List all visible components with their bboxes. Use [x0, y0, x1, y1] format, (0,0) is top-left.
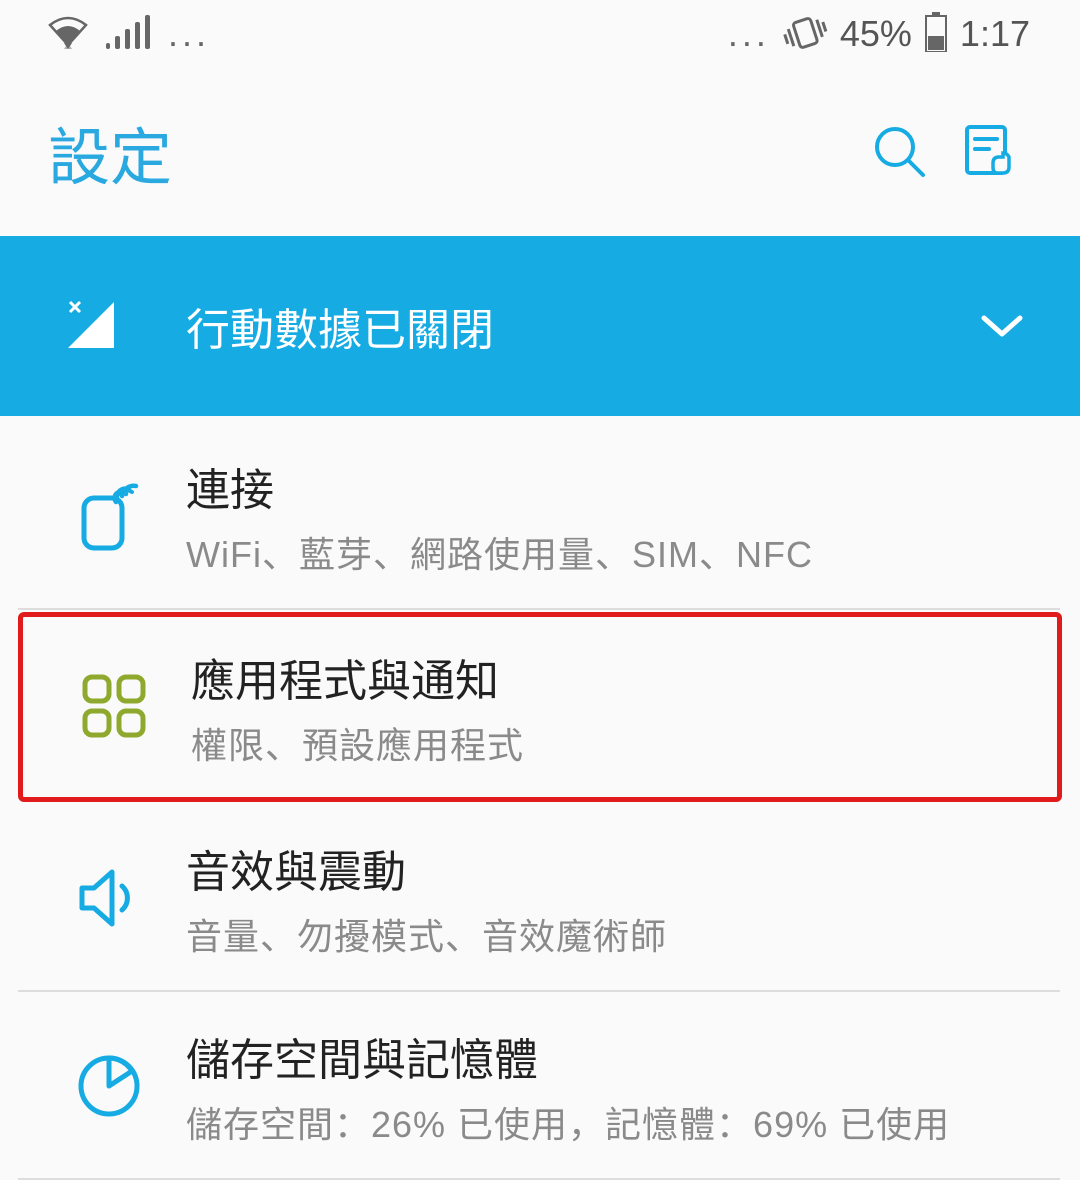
status-right-dots: ... — [728, 13, 770, 55]
settings-item-connection[interactable]: 連接 WiFi、藍芽、網路使用量、SIM、NFC — [18, 416, 1060, 610]
banner-text: 行動數據已關閉 — [140, 294, 980, 358]
status-more-dots: ... — [168, 13, 210, 55]
item-subtitle: 儲存空間：26% 已使用，記憶體：69% 已使用 — [186, 1096, 950, 1148]
battery-icon — [924, 12, 948, 57]
item-title: 連接 — [186, 454, 813, 518]
document-thumb-icon — [959, 123, 1017, 181]
item-subtitle: 權限、預設應用程式 — [191, 717, 524, 769]
item-title: 音效與震動 — [186, 836, 667, 900]
settings-item-sound[interactable]: 音效與震動 音量、勿擾模式、音效魔術師 — [18, 804, 1060, 992]
vibrate-icon — [782, 12, 828, 57]
sound-icon — [76, 866, 186, 930]
clock-time: 1:17 — [960, 13, 1030, 55]
chevron-down-icon — [980, 312, 1024, 340]
settings-list: 連接 WiFi、藍芽、網路使用量、SIM、NFC 應用程式與通知 權限、預設應用… — [0, 416, 1080, 1180]
expand-chevron[interactable] — [980, 312, 1024, 340]
signal-icon — [106, 15, 150, 54]
mobile-data-banner[interactable]: 行動數據已關閉 — [0, 236, 1080, 416]
connection-icon — [76, 480, 186, 552]
search-button[interactable] — [856, 123, 944, 181]
status-bar: ... ... 45% 1:17 — [0, 0, 1080, 68]
item-subtitle: WiFi、藍芽、網路使用量、SIM、NFC — [186, 526, 813, 578]
search-icon — [871, 123, 929, 181]
settings-header: 設定 — [0, 68, 1080, 236]
status-left: ... — [48, 13, 210, 55]
feedback-button[interactable] — [944, 123, 1032, 181]
status-right: ... 45% 1:17 — [728, 12, 1030, 57]
item-subtitle: 音量、勿擾模式、音效魔術師 — [186, 908, 667, 960]
item-title: 應用程式與通知 — [191, 645, 524, 709]
battery-percent: 45% — [840, 13, 912, 55]
wifi-icon — [48, 15, 88, 54]
apps-icon — [81, 673, 191, 741]
settings-item-storage[interactable]: 儲存空間與記憶體 儲存空間：26% 已使用，記憶體：69% 已使用 — [18, 992, 1060, 1180]
mobile-data-off-icon — [44, 298, 140, 354]
page-title: 設定 — [48, 107, 856, 197]
storage-icon — [76, 1053, 186, 1119]
settings-item-apps[interactable]: 應用程式與通知 權限、預設應用程式 — [18, 612, 1062, 802]
item-title: 儲存空間與記憶體 — [186, 1024, 950, 1088]
